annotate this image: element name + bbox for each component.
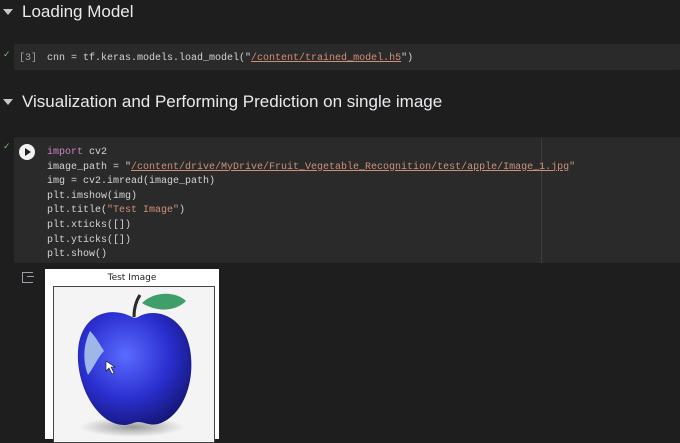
code-line: plt.imshow(img) xyxy=(47,190,138,202)
keyword: import xyxy=(47,147,84,158)
code-line: plt.yticks([]) xyxy=(47,234,132,246)
code-line: plt.xticks([]) xyxy=(47,219,132,231)
code-line: plt.title("Test Image") xyxy=(47,204,575,219)
check-icon: ✓ xyxy=(3,50,11,60)
apple-image xyxy=(77,293,192,437)
section-title: Loading Model xyxy=(22,2,134,21)
play-circle-icon[interactable] xyxy=(19,144,35,160)
code-text: ) xyxy=(179,205,186,217)
code-block[interactable]: import cv2 image_path = "/content/drive/M… xyxy=(47,146,575,263)
code-line: import cv2 xyxy=(47,146,575,161)
code-line: plt.show() xyxy=(47,249,108,261)
code-text: cnn = tf.keras.models.load_model(" xyxy=(47,53,252,64)
model-path-string[interactable]: /content/trained_model.h5 xyxy=(251,53,401,64)
title-string: "Test Image" xyxy=(107,205,180,217)
code-text: image_path = " xyxy=(47,161,132,173)
code-text: " xyxy=(569,161,576,173)
apple-stem xyxy=(132,294,142,318)
code-text: plt.title( xyxy=(47,205,108,217)
output-icon[interactable] xyxy=(22,272,34,283)
figure-axes xyxy=(53,286,215,443)
caret-down-icon[interactable] xyxy=(3,99,13,105)
execution-count: [3] xyxy=(19,53,38,64)
image-path-string[interactable]: /content/drive/MyDrive/Fruit_Vegetable_R… xyxy=(131,162,569,173)
code-text: ") xyxy=(401,53,414,64)
code-line: image_path = "/content/drive/MyDrive/Fru… xyxy=(47,161,575,176)
code-text: cv2 xyxy=(83,147,108,158)
code-line: img = cv2.imread(image_path) xyxy=(47,176,216,188)
section-header-visualization[interactable]: Visualization and Performing Prediction … xyxy=(0,90,442,114)
section-header-loading-model[interactable]: Loading Model xyxy=(0,0,134,24)
check-icon: ✓ xyxy=(3,142,11,152)
output-figure: Test Image xyxy=(45,269,219,443)
code-line: cnn = tf.keras.models.load_model("/conte… xyxy=(47,53,413,64)
apple-body xyxy=(77,312,192,425)
caret-down-icon[interactable] xyxy=(3,9,13,15)
apple-leaf xyxy=(142,293,186,310)
figure-title: Test Image xyxy=(107,273,157,283)
section-title: Visualization and Performing Prediction … xyxy=(22,92,443,111)
